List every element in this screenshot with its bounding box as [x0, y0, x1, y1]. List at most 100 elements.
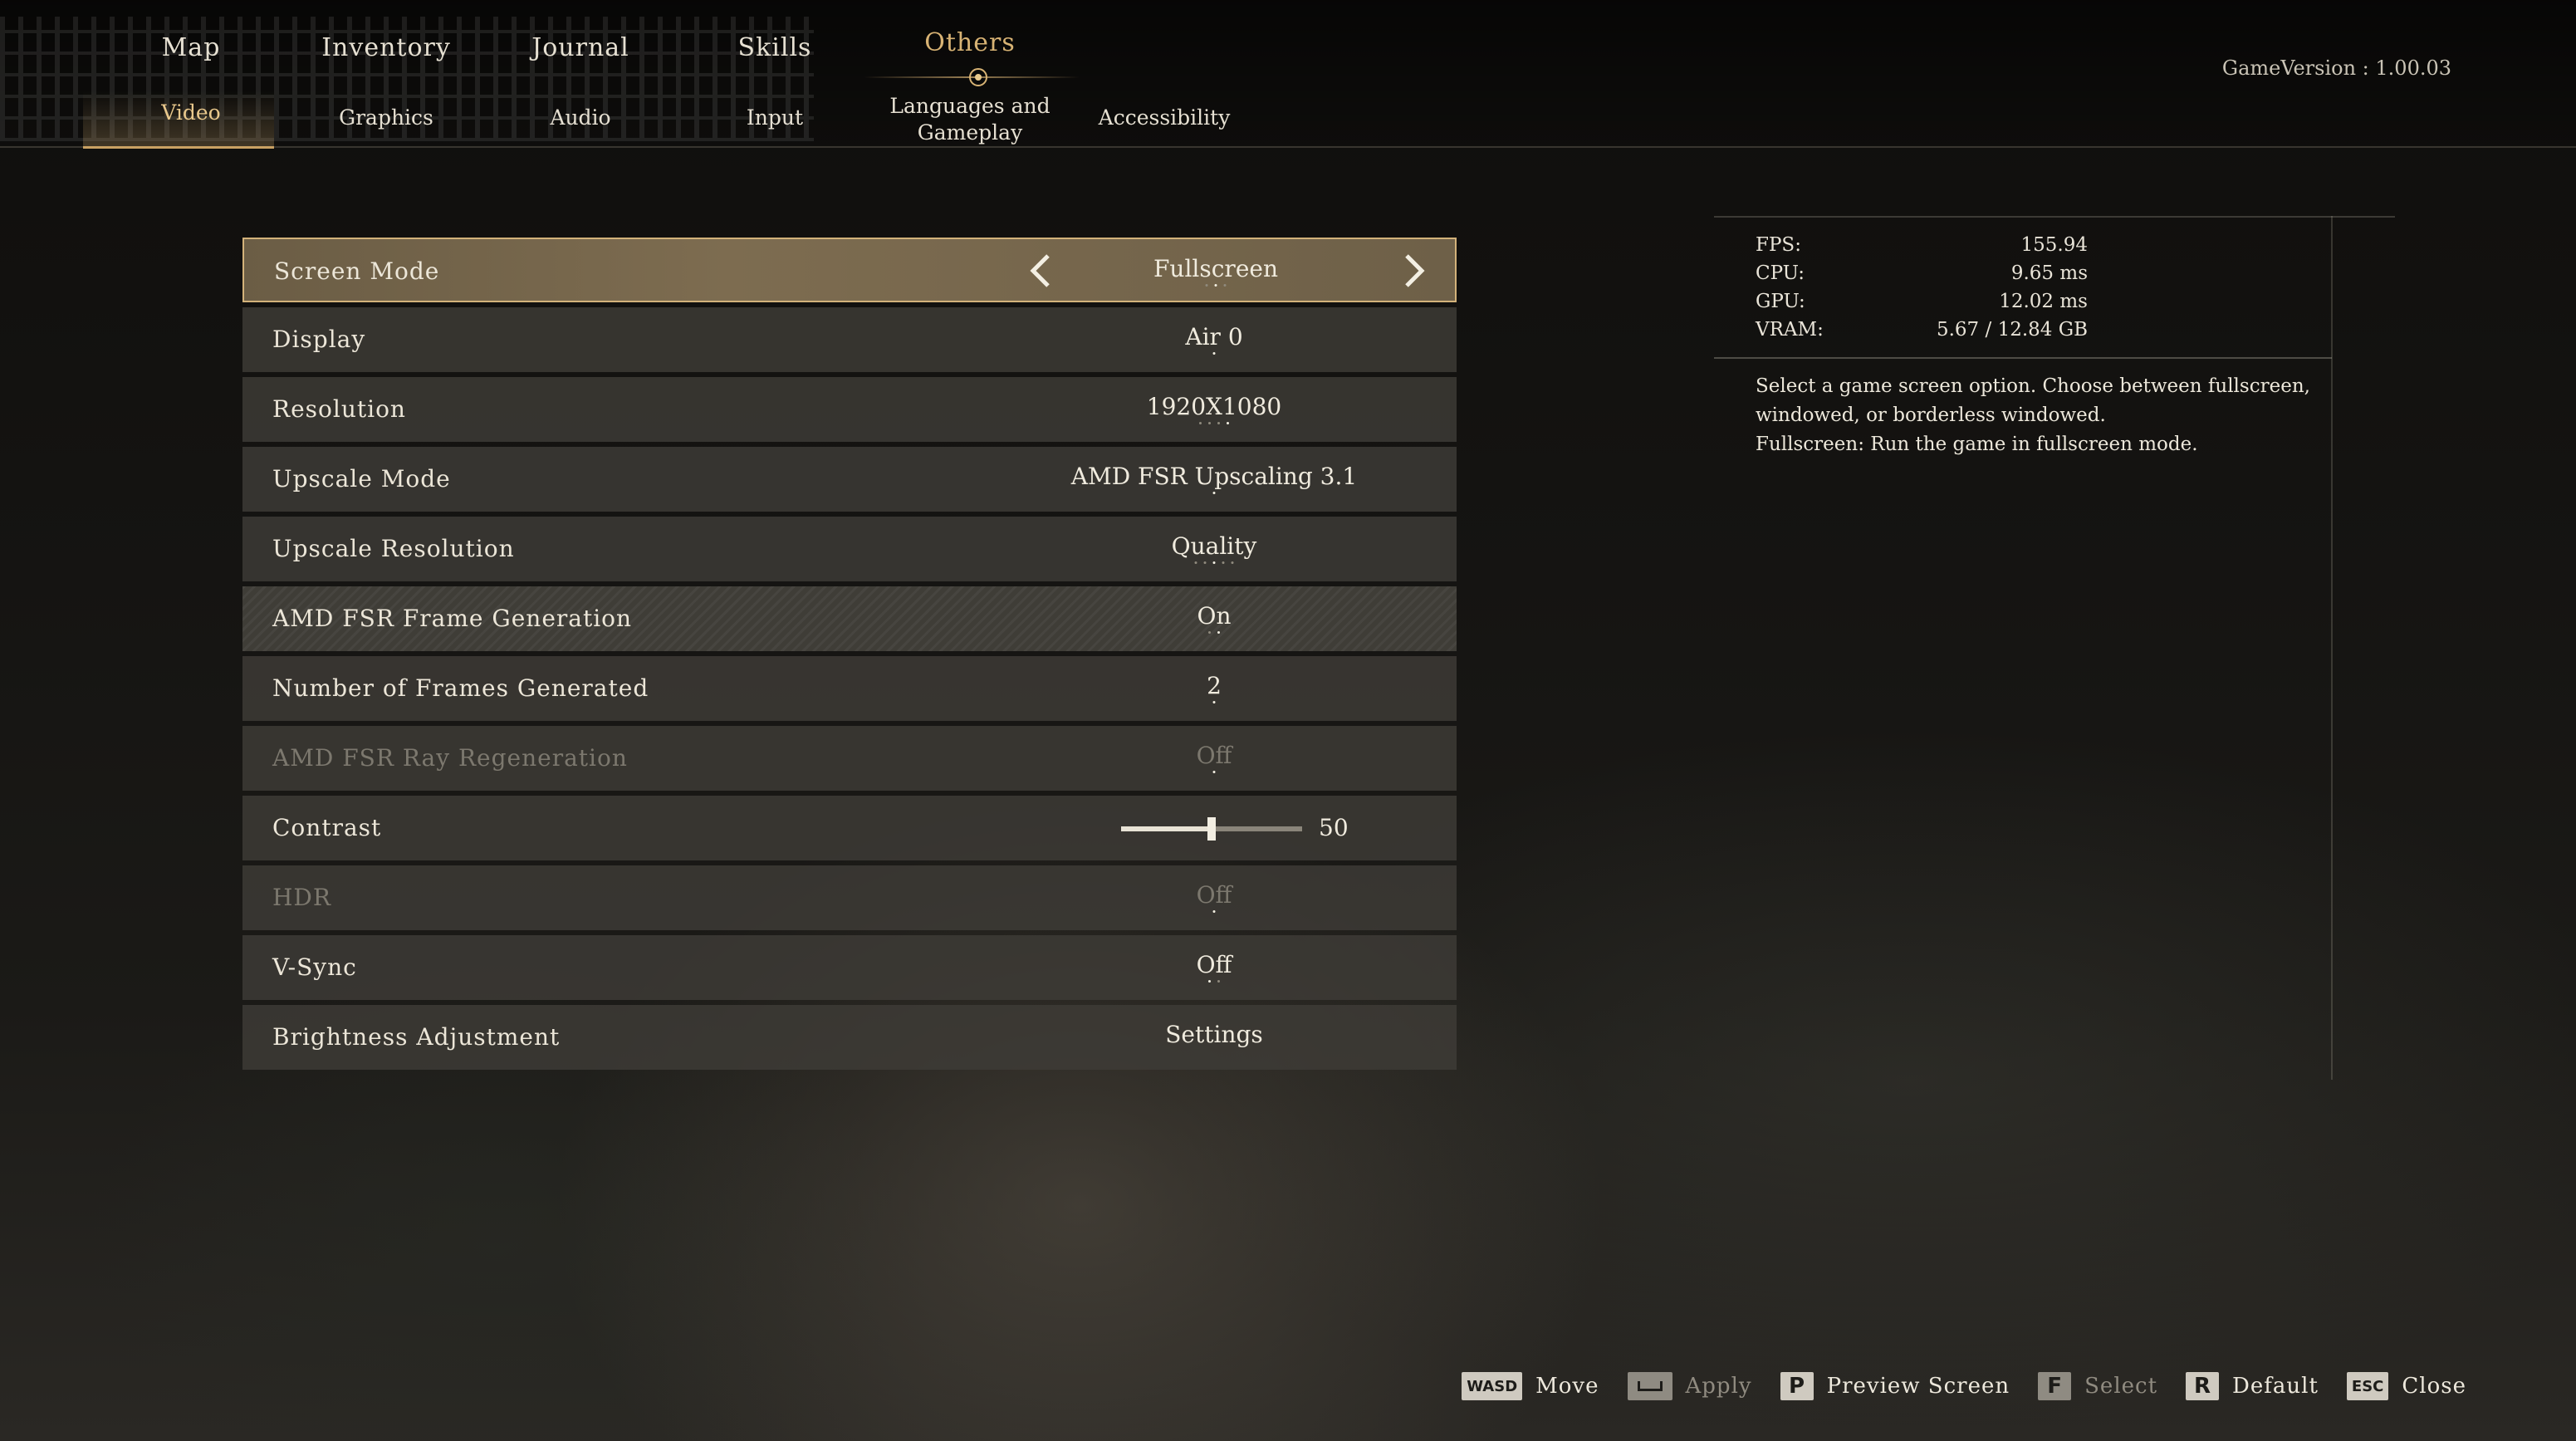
setting-description: Select a game screen option. Choose betw…: [1756, 372, 2320, 459]
slider-value: 50: [1319, 814, 1349, 841]
tab-others[interactable]: Others: [924, 28, 1015, 65]
setting-label: AMD FSR Frame Generation: [272, 605, 633, 632]
option-page-indicator: [1212, 771, 1216, 773]
option-dot: [1231, 561, 1234, 564]
tab-inventory[interactable]: Inventory: [321, 33, 451, 70]
subtab-accessibility[interactable]: Accessibility: [1099, 105, 1231, 131]
option-page-indicator: [1199, 422, 1229, 424]
f-key-icon: F: [2038, 1372, 2072, 1400]
hint-label: Close: [2402, 1374, 2466, 1399]
subtab-video[interactable]: Video: [161, 100, 220, 126]
option-dot: [1223, 284, 1227, 287]
stat-label: CPU:: [1756, 262, 1805, 284]
setting-label: Upscale Resolution: [272, 535, 515, 562]
setting-value: Air 0: [1185, 323, 1243, 350]
contrast-slider[interactable]: [1121, 817, 1302, 841]
setting-row-hdr[interactable]: HDR Off: [242, 865, 1457, 930]
option-dot: [1212, 701, 1216, 703]
spacebar-key-icon: [1627, 1372, 1672, 1400]
r-key-icon: R: [2186, 1372, 2220, 1400]
option-page-indicator: [1212, 352, 1216, 355]
option-dot: [1194, 561, 1197, 564]
option-page-indicator: [1205, 284, 1227, 287]
option-dot: [1208, 631, 1211, 634]
hint-close[interactable]: ESC Close: [2346, 1372, 2466, 1400]
slider-fill: [1121, 826, 1212, 831]
hint-default[interactable]: R Default: [2186, 1372, 2319, 1400]
setting-label: Upscale Mode: [272, 465, 451, 493]
tab-skills[interactable]: Skills: [738, 33, 812, 70]
setting-value: Quality: [1171, 532, 1257, 560]
setting-value: On: [1197, 602, 1232, 630]
stat-gpu: GPU: 12.02 ms: [1756, 291, 2088, 319]
setting-label: Screen Mode: [274, 257, 440, 285]
hint-select[interactable]: F Select: [2038, 1372, 2157, 1400]
setting-row-v-sync[interactable]: V-Sync Off: [242, 935, 1457, 1000]
option-dot: [1208, 422, 1211, 424]
setting-row-brightness-adjustment[interactable]: Brightness Adjustment Settings: [242, 1005, 1457, 1070]
setting-value: AMD FSR Upscaling 3.1: [1070, 463, 1358, 490]
setting-row-screen-mode[interactable]: Screen Mode Fullscreen: [242, 238, 1457, 302]
option-page-indicator: [1194, 561, 1234, 564]
subtab-input[interactable]: Input: [747, 105, 803, 131]
slider-handle[interactable]: [1207, 817, 1216, 841]
stat-vram: VRAM: 5.67 / 12.84 GB: [1756, 319, 2088, 347]
setting-label: HDR: [272, 884, 331, 911]
option-dot: [1217, 631, 1220, 634]
setting-row-resolution[interactable]: Resolution 1920X1080: [242, 377, 1457, 442]
chevron-right-icon[interactable]: [1393, 251, 1433, 291]
setting-row-upscale-mode[interactable]: Upscale Mode AMD FSR Upscaling 3.1: [242, 447, 1457, 512]
top-navigation: Map Inventory Journal Skills Others Vide…: [0, 0, 2576, 149]
setting-label: Contrast: [272, 814, 382, 841]
subtab-graphics[interactable]: Graphics: [339, 105, 433, 131]
hint-move[interactable]: WASD Move: [1462, 1372, 1599, 1400]
setting-label: Display: [272, 326, 366, 353]
setting-row-display[interactable]: Display Air 0: [242, 307, 1457, 372]
tab-map[interactable]: Map: [162, 33, 221, 70]
setting-label: V-Sync: [272, 953, 357, 981]
option-dot: [1199, 422, 1202, 424]
setting-value: 2: [1207, 672, 1222, 699]
setting-row-contrast[interactable]: Contrast 50: [242, 796, 1457, 860]
info-panel: FPS: 155.94 CPU: 9.65 ms GPU: 12.02 ms V…: [1714, 216, 2395, 1080]
tab-journal[interactable]: Journal: [531, 33, 629, 70]
option-dot: [1217, 422, 1220, 424]
option-dot: [1205, 284, 1208, 287]
info-divider-middle: [1714, 357, 2332, 359]
description-line: Select a game screen option. Choose betw…: [1756, 375, 2310, 426]
hint-label: Apply: [1685, 1374, 1752, 1399]
option-dot: [1227, 422, 1229, 424]
option-dot: [1214, 284, 1217, 287]
setting-value: Off: [1196, 951, 1232, 978]
option-page-indicator: [1212, 701, 1216, 703]
setting-row-upscale-resolution[interactable]: Upscale Resolution Quality: [242, 517, 1457, 581]
chevron-left-icon[interactable]: [1021, 251, 1061, 291]
subtab-audio[interactable]: Audio: [550, 105, 610, 131]
setting-row-amd-fsr-ray-regeneration[interactable]: AMD FSR Ray Regeneration Off: [242, 726, 1457, 791]
setting-value: Off: [1196, 742, 1232, 769]
esc-key-icon: ESC: [2346, 1372, 2389, 1400]
subtab-languages-and-gameplay[interactable]: Languages and Gameplay: [887, 93, 1053, 146]
hint-apply[interactable]: Apply: [1627, 1372, 1752, 1400]
setting-row-number-of-frames-generated[interactable]: Number of Frames Generated 2: [242, 656, 1457, 721]
setting-label: AMD FSR Ray Regeneration: [272, 744, 628, 772]
setting-label: Resolution: [272, 395, 406, 423]
setting-value: 1920X1080: [1146, 393, 1282, 420]
option-dot: [1212, 771, 1216, 773]
setting-label: Brightness Adjustment: [272, 1023, 561, 1051]
option-dot: [1208, 980, 1211, 983]
info-divider-top: [1714, 216, 2395, 218]
p-key-icon: P: [1780, 1372, 1814, 1400]
hint-label: Select: [2084, 1374, 2158, 1399]
option-page-indicator: [1208, 631, 1220, 634]
hint-label: Preview Screen: [1826, 1374, 2010, 1399]
hint-preview-screen[interactable]: P Preview Screen: [1780, 1372, 2010, 1400]
stat-fps: FPS: 155.94: [1756, 234, 2088, 262]
setting-value: Off: [1196, 881, 1232, 909]
option-page-indicator: [1208, 980, 1220, 983]
setting-label: Number of Frames Generated: [272, 674, 649, 702]
stat-label: GPU:: [1756, 291, 1805, 312]
setting-value: Settings: [1165, 1021, 1263, 1048]
setting-row-amd-fsr-frame-generation[interactable]: AMD FSR Frame Generation On: [242, 586, 1457, 651]
active-tab-indicator-icon: [969, 68, 987, 86]
